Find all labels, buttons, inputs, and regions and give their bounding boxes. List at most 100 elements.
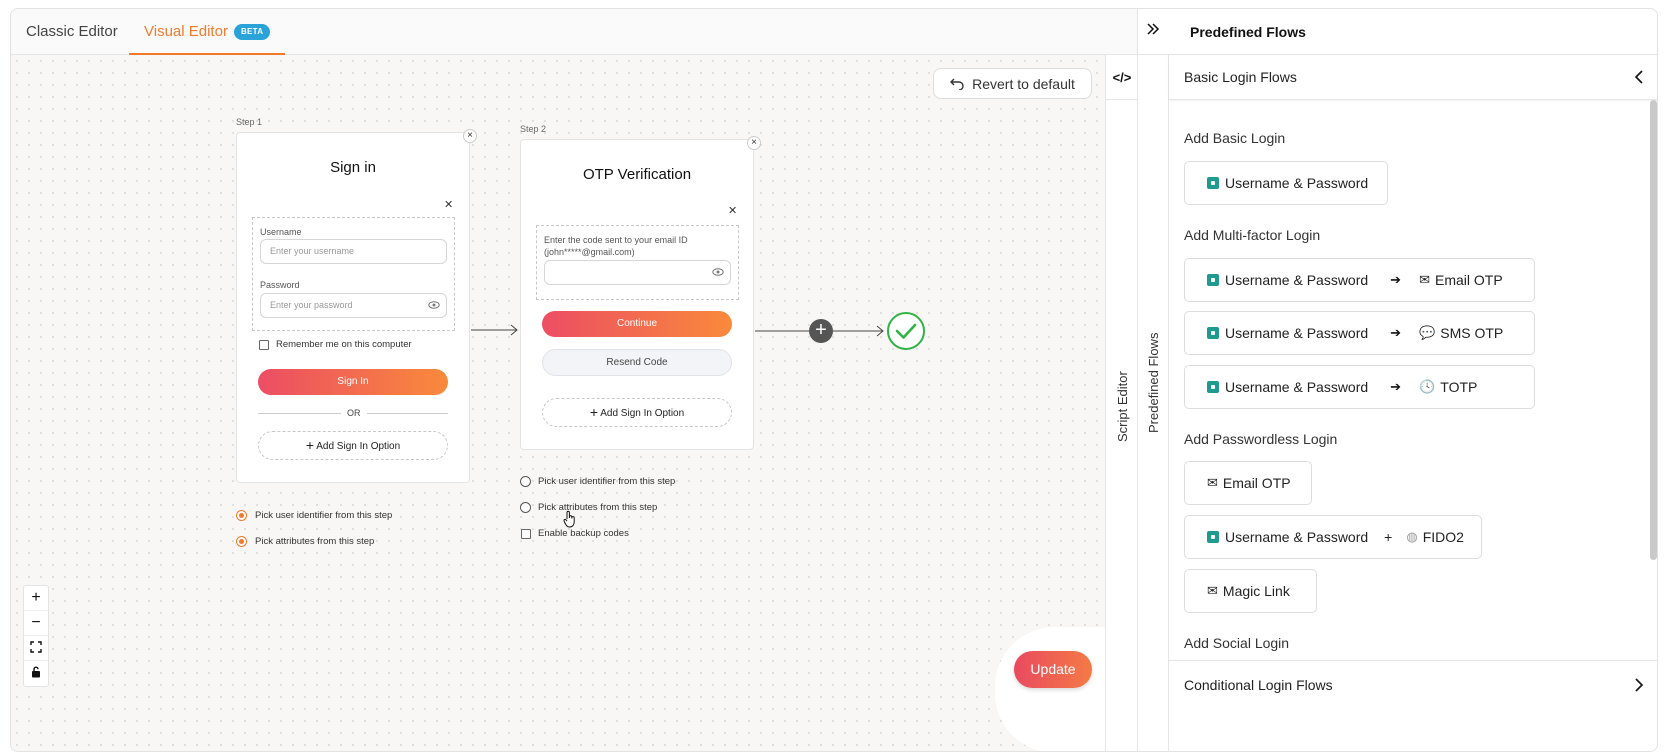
panel-title: Predefined Flows [1190, 24, 1306, 40]
lock-icon [1207, 274, 1219, 286]
add-step-button[interactable]: + [809, 319, 833, 343]
step2-pick-attributes-radio[interactable] [520, 502, 531, 513]
step2-title: OTP Verification [582, 166, 692, 183]
otp-code-field[interactable] [544, 260, 731, 285]
flow-canvas[interactable]: Revert to default Step 1 Sign in ✕ Usern… [11, 55, 1115, 751]
password-label: Password [260, 280, 300, 290]
step1-pick-identifier-radio[interactable] [236, 510, 247, 521]
plus-icon: + [305, 437, 314, 453]
flow-username-password-email-otp[interactable]: Username & Password ➔ ✉ Email OTP [1184, 258, 1535, 302]
basic-login-flows-label: Basic Login Flows [1184, 69, 1297, 85]
step1-label: Step 1 [236, 117, 263, 127]
fit-view-button[interactable] [24, 636, 48, 661]
revert-label: Revert to default [972, 75, 1075, 92]
panel-header: Predefined Flows [1137, 9, 1657, 55]
step1-card[interactable]: Sign in ✕ Username Enter your username P… [236, 132, 470, 483]
flow-label: Email OTP [1222, 475, 1291, 491]
flow-label-2: Email OTP [1434, 272, 1503, 288]
clock-icon: 🕓 [1419, 379, 1436, 394]
step1-pick-attributes-label: Pick attributes from this step [255, 536, 375, 547]
step2-form-area[interactable]: Enter the code sent to your email ID (jo… [536, 225, 739, 300]
add-sign-in-option-button[interactable]: + Add Sign In Option [542, 398, 732, 427]
success-check-icon [887, 312, 925, 350]
add-basic-login-title: Add Basic Login [1184, 130, 1286, 146]
step1-title: Sign in [330, 159, 376, 176]
plus-icon: + [589, 404, 598, 420]
panel-scrollbar[interactable] [1650, 100, 1657, 560]
chevron-left-icon [1634, 70, 1644, 87]
envelope-icon: ✉ [1419, 272, 1430, 287]
flow-label-2: FIDO2 [1422, 529, 1464, 545]
flow-label: Magic Link [1222, 583, 1290, 599]
step1-pick-attributes-radio[interactable] [236, 536, 247, 547]
step2-pick-identifier-radio[interactable] [520, 476, 531, 487]
flow-username-password-totp[interactable]: Username & Password ➔ 🕓 TOTP [1184, 365, 1535, 409]
connector-arrow [471, 324, 518, 336]
lock-icon [1207, 531, 1219, 543]
lock-button[interactable] [24, 661, 48, 686]
remember-me-checkbox[interactable] [259, 340, 269, 350]
eye-icon[interactable] [428, 299, 440, 311]
flow-username-password[interactable]: Username & Password [1184, 161, 1388, 205]
flow-label-2: TOTP [1440, 379, 1478, 395]
update-button[interactable]: Update [1014, 651, 1092, 688]
step1-close-icon[interactable]: × [463, 129, 477, 143]
close-icon[interactable]: ✕ [444, 198, 453, 211]
flow-label: Username & Password [1225, 325, 1369, 341]
step2-close-icon[interactable]: × [747, 136, 761, 150]
undo-icon [950, 78, 964, 90]
flow-label-2: SMS OTP [1440, 325, 1504, 341]
add-sign-in-option-label: Add Sign In Option [316, 441, 401, 452]
revert-to-default-button[interactable]: Revert to default [933, 68, 1092, 99]
add-sign-in-option-button[interactable]: + Add Sign In Option [258, 431, 448, 460]
resend-code-button[interactable]: Resend Code [542, 349, 732, 376]
tab-visual-editor[interactable]: Visual Editor BETA [129, 9, 286, 55]
add-passwordless-login-title: Add Passwordless Login [1184, 431, 1338, 447]
sign-in-button[interactable]: Sign In [258, 369, 448, 395]
step1-pick-identifier-label: Pick user identifier from this step [255, 510, 393, 521]
lock-icon [32, 666, 40, 678]
fingerprint-icon: ◍ [1406, 529, 1418, 544]
predefined-flows-rail-label: Predefined Flows [1146, 332, 1161, 433]
flow-username-password-fido2[interactable]: Username & Password + ◍ FIDO2 [1184, 515, 1482, 559]
password-field[interactable]: Enter your password [260, 293, 447, 318]
double-chevron-right-icon[interactable] [1146, 22, 1160, 40]
zoom-controls: + − [23, 585, 49, 687]
step2-pick-attributes-label: Pick attributes from this step [538, 502, 658, 513]
lock-icon [1207, 177, 1219, 189]
step2-pick-identifier-label: Pick user identifier from this step [538, 476, 676, 487]
predefined-flows-panel: Basic Login Flows Add Basic Login Userna… [1168, 55, 1657, 751]
add-mfa-login-title: Add Multi-factor Login [1184, 227, 1321, 243]
continue-button[interactable]: Continue [542, 311, 732, 337]
tab-classic-editor[interactable]: Classic Editor [26, 9, 118, 55]
envelope-icon: ✉ [1207, 475, 1218, 490]
eye-icon[interactable] [712, 266, 724, 278]
lock-icon [1207, 381, 1219, 393]
flow-username-password-sms-otp[interactable]: Username & Password ➔ 💬 SMS OTP [1184, 311, 1535, 355]
enable-backup-codes-checkbox[interactable] [521, 529, 531, 539]
flow-label: Username & Password [1225, 175, 1369, 191]
script-editor-rail[interactable]: </> Script Editor [1105, 55, 1138, 751]
basic-login-flows-header[interactable]: Basic Login Flows [1169, 55, 1657, 100]
enable-backup-codes-label: Enable backup codes [538, 528, 629, 539]
flow-label: Username & Password [1225, 272, 1369, 288]
flow-label: Username & Password [1225, 529, 1369, 545]
flow-magic-link[interactable]: ✉ Magic Link [1184, 569, 1317, 613]
zoom-out-button[interactable]: − [24, 611, 48, 636]
conditional-login-flows-header[interactable]: Conditional Login Flows [1169, 660, 1657, 708]
code-icon[interactable]: </> [1106, 55, 1138, 100]
arrow-right-icon: ➔ [1390, 325, 1402, 340]
predefined-flows-rail[interactable]: Predefined Flows [1137, 55, 1168, 751]
step1-form-area[interactable]: Username Enter your username Password En… [252, 217, 455, 331]
username-field[interactable]: Enter your username [260, 239, 447, 264]
step2-card[interactable]: OTP Verification ✕ Enter the code sent t… [520, 139, 754, 450]
flow-email-otp[interactable]: ✉ Email OTP [1184, 461, 1312, 505]
close-icon[interactable]: ✕ [728, 204, 737, 217]
zoom-in-button[interactable]: + [24, 586, 48, 611]
beta-badge: BETA [233, 24, 271, 40]
username-label: Username [260, 227, 302, 237]
editor-tabbar: Classic Editor Visual Editor BETA [11, 9, 1137, 55]
or-label: OR [341, 408, 367, 418]
remember-me-label: Remember me on this computer [276, 339, 412, 350]
password-placeholder: Enter your password [270, 300, 353, 310]
